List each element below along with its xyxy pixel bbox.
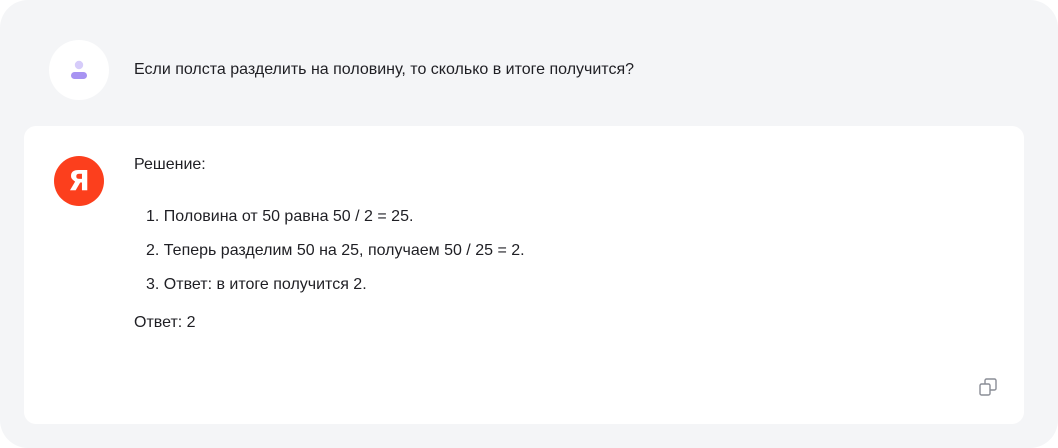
yandex-logo: Я — [54, 156, 104, 206]
solution-steps: 1. Половина от 50 равна 50 / 2 = 25. 2. … — [134, 206, 994, 296]
user-message-text: Если полста разделить на половину, то ск… — [134, 61, 635, 78]
final-answer: Ответ: 2 — [134, 314, 196, 331]
assistant-answer-card: Я Решение: 1. Половина от 50 равна 50 / … — [24, 126, 1024, 424]
yandex-logo-letter: Я — [68, 164, 90, 197]
answer-heading: Решение: — [134, 156, 206, 173]
copy-icon[interactable] — [978, 377, 998, 397]
solution-step: 1. Половина от 50 равна 50 / 2 = 25. — [146, 208, 414, 225]
solution-step: 2. Теперь разделим 50 на 25, получаем 50… — [146, 242, 525, 259]
user-message: Если полста разделить на половину, то ск… — [49, 40, 1018, 100]
user-avatar-icon — [69, 59, 89, 81]
copy-button[interactable] — [976, 375, 1000, 399]
chat-container: Если полста разделить на половину, то ск… — [0, 0, 1058, 448]
assistant-answer-body: Решение: 1. Половина от 50 равна 50 / 2 … — [134, 154, 994, 334]
solution-step: 3. Ответ: в итоге получится 2. — [146, 276, 367, 293]
user-avatar — [49, 40, 109, 100]
